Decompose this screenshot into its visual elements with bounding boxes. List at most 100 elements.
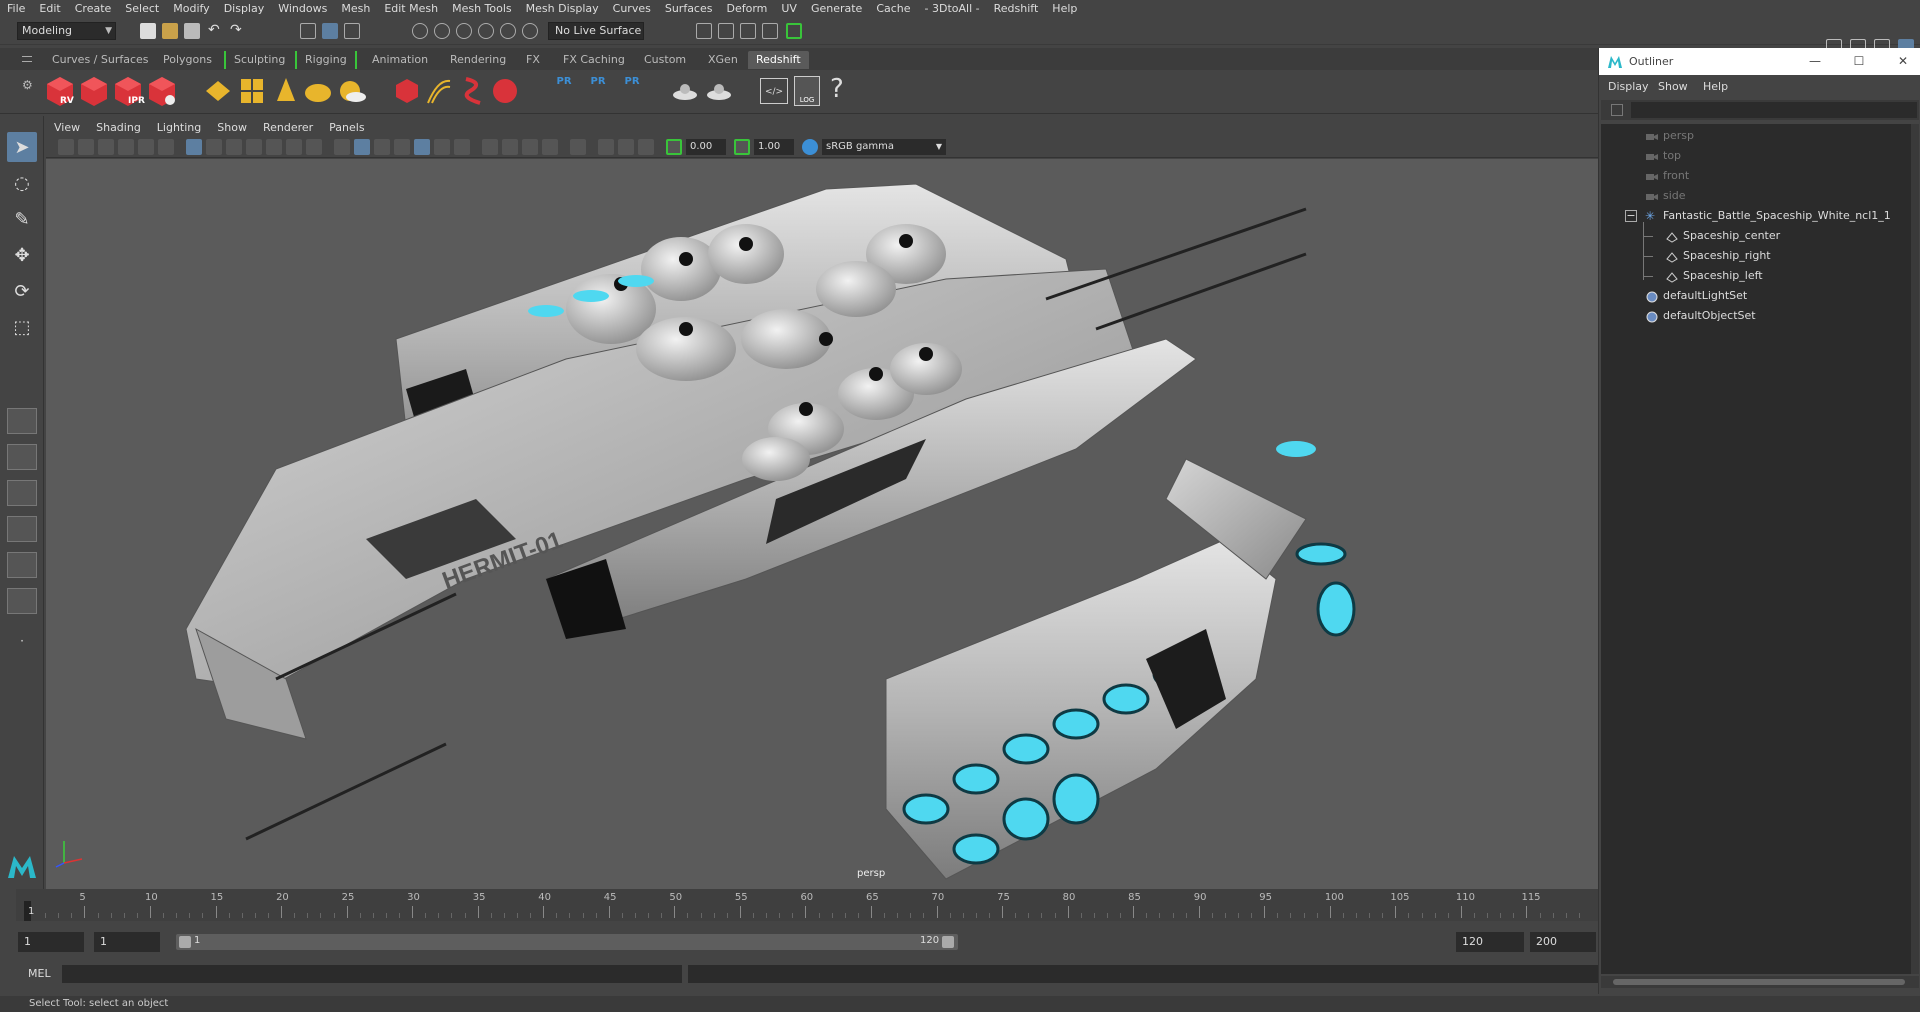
redshift-light-cone-icon[interactable] — [271, 75, 301, 107]
menu-3dtoall[interactable]: - 3DtoAll - — [918, 0, 987, 17]
menu-cache[interactable]: Cache — [869, 0, 917, 17]
panel-menu-view[interactable]: View — [46, 121, 88, 134]
redshift-shader-ball-icon[interactable] — [704, 75, 734, 107]
outliner-item-default-object-set[interactable]: defaultObjectSet — [1601, 306, 1911, 326]
gate-mask-icon[interactable] — [246, 139, 262, 155]
color-management-icon[interactable] — [802, 139, 818, 155]
menu-modify[interactable]: Modify — [166, 0, 216, 17]
tab-redshift[interactable]: Redshift — [748, 51, 809, 69]
redshift-curve-icon[interactable] — [458, 75, 488, 107]
snap-projected-center-icon[interactable] — [478, 23, 494, 39]
xray-icon[interactable] — [598, 139, 614, 155]
wireframe-on-shaded-icon[interactable] — [394, 139, 410, 155]
shelf-menu-icon[interactable] — [22, 56, 32, 62]
menu-file[interactable]: File — [0, 0, 32, 17]
field-chart-icon[interactable] — [266, 139, 282, 155]
panel-menu-renderer[interactable]: Renderer — [255, 121, 321, 134]
panel-menu-shading[interactable]: Shading — [88, 121, 149, 134]
menu-set-dropdown[interactable]: Modeling ▼ — [17, 22, 116, 40]
stacked-layout-icon[interactable] — [7, 516, 37, 542]
menu-display[interactable]: Display — [217, 0, 272, 17]
exposure-icon[interactable] — [666, 139, 682, 155]
four-pane-layout-icon[interactable] — [7, 444, 37, 470]
tab-curves-surfaces[interactable]: Curves / Surfaces — [44, 51, 157, 69]
menu-deform[interactable]: Deform — [719, 0, 774, 17]
tab-rendering[interactable]: Rendering — [442, 51, 514, 69]
tab-polygons[interactable]: Polygons — [155, 51, 220, 69]
snap-point-icon[interactable] — [456, 23, 472, 39]
menu-mesh-tools[interactable]: Mesh Tools — [445, 0, 519, 17]
scrollbar-thumb[interactable] — [1613, 979, 1905, 985]
snap-grid-icon[interactable] — [412, 23, 428, 39]
side-by-side-layout-icon[interactable] — [7, 480, 37, 506]
outliner-menu-display[interactable]: Display — [1608, 80, 1649, 93]
save-scene-icon[interactable] — [184, 23, 200, 39]
outliner-item-side[interactable]: side — [1601, 186, 1911, 206]
select-object-icon[interactable] — [322, 23, 338, 39]
outliner-horizontal-scrollbar[interactable] — [1601, 976, 1919, 988]
redshift-hair-icon[interactable] — [424, 75, 454, 107]
use-all-lights-icon[interactable] — [434, 139, 450, 155]
tab-animation[interactable]: Animation — [364, 51, 436, 69]
outliner-item-spaceship-center[interactable]: Spaceship_center — [1601, 226, 1911, 246]
snap-curve-icon[interactable] — [434, 23, 450, 39]
tab-fx-caching[interactable]: FX Caching — [555, 51, 633, 69]
textured-icon[interactable] — [414, 139, 430, 155]
animation-end-field[interactable]: 200 — [1530, 932, 1596, 952]
grid-icon[interactable] — [186, 139, 202, 155]
shelf-settings-icon[interactable]: ⚙ — [22, 78, 33, 92]
script-editor-icon[interactable]: </> — [760, 78, 788, 104]
panel-menu-lighting[interactable]: Lighting — [149, 121, 209, 134]
range-slider[interactable]: 1 120 — [176, 934, 958, 950]
new-scene-icon[interactable] — [140, 23, 156, 39]
screen-space-ao-icon[interactable] — [482, 139, 498, 155]
resolution-gate-icon[interactable] — [226, 139, 242, 155]
single-pane-layout-icon[interactable] — [7, 408, 37, 434]
smooth-shade-icon[interactable] — [354, 139, 370, 155]
wireframe-icon[interactable] — [334, 139, 350, 155]
menu-mesh[interactable]: Mesh — [334, 0, 377, 17]
scale-tool-icon[interactable]: ⬚ — [7, 312, 37, 342]
hypershade-icon[interactable] — [762, 23, 778, 39]
anti-aliasing-icon[interactable] — [522, 139, 538, 155]
animation-start-field[interactable]: 1 — [18, 932, 84, 952]
redshift-render-settings-icon[interactable] — [147, 75, 177, 107]
filter-icon[interactable] — [1611, 104, 1623, 116]
move-tool-icon[interactable]: ✥ — [7, 240, 37, 270]
menu-generate[interactable]: Generate — [804, 0, 869, 17]
collapse-icon[interactable]: − — [1625, 210, 1637, 222]
menu-surfaces[interactable]: Surfaces — [658, 0, 720, 17]
safe-action-icon[interactable] — [286, 139, 302, 155]
log-icon[interactable]: LOG — [794, 76, 820, 106]
playback-start-field[interactable]: 1 — [94, 932, 160, 952]
undo-icon[interactable]: ↶ — [208, 23, 224, 39]
ipr-render-icon[interactable] — [718, 23, 734, 39]
outliner-search-input[interactable] — [1631, 102, 1917, 118]
script-language-button[interactable]: MEL — [28, 967, 51, 980]
proxy-swap-icon[interactable]: PR — [618, 76, 646, 108]
more-layouts-icon[interactable]: · — [7, 626, 37, 656]
menu-edit[interactable]: Edit — [32, 0, 67, 17]
film-gate-icon[interactable] — [206, 139, 222, 155]
redshift-volume-icon[interactable] — [392, 75, 422, 107]
spaceship-model[interactable]: HERMIT-01 — [46, 159, 1598, 889]
depth-of-field-icon[interactable] — [542, 139, 558, 155]
close-icon[interactable]: ✕ — [1895, 53, 1911, 69]
outliner-item-spaceship-right[interactable]: Spaceship_right — [1601, 246, 1911, 266]
redo-icon[interactable]: ↷ — [230, 23, 246, 39]
redshift-tiles-icon[interactable] — [237, 75, 267, 107]
redshift-sphere-icon[interactable] — [490, 75, 520, 107]
command-input[interactable] — [62, 965, 682, 983]
exposure-field[interactable]: 0.00 — [686, 139, 726, 155]
menu-help[interactable]: Help — [1045, 0, 1084, 17]
outliner-item-persp[interactable]: persp — [1601, 126, 1911, 146]
menu-windows[interactable]: Windows — [271, 0, 334, 17]
gamma-icon[interactable] — [734, 139, 750, 155]
select-hierarchy-icon[interactable] — [300, 23, 316, 39]
proxy-export-icon[interactable]: PR — [550, 76, 578, 108]
open-scene-icon[interactable] — [162, 23, 178, 39]
minimize-icon[interactable]: — — [1807, 53, 1823, 69]
safe-title-icon[interactable] — [306, 139, 322, 155]
persp-graph-layout-icon[interactable] — [7, 588, 37, 614]
select-component-icon[interactable] — [344, 23, 360, 39]
